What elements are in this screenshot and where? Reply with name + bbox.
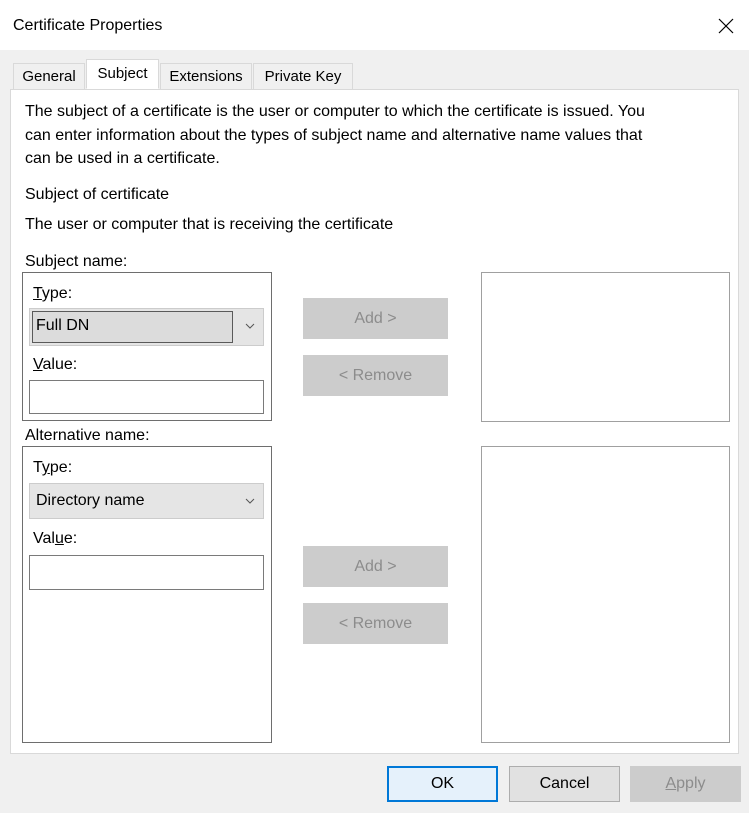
description-line-3: can be used in a certificate. [25,150,220,167]
close-icon [718,18,734,34]
tab-subject[interactable]: Subject [86,59,159,89]
subject-remove-button[interactable]: < Remove [303,355,448,396]
subject-type-value: Full DN [36,317,90,334]
tab-private-key[interactable]: Private Key [253,63,353,89]
subject-type-dropdown[interactable]: Full DN [29,308,264,346]
subject-values-list[interactable] [481,272,730,422]
tab-general[interactable]: General [13,63,85,89]
chevron-down-icon [245,323,255,329]
alternative-remove-button[interactable]: < Remove [303,603,448,644]
window-title: Certificate Properties [13,17,163,34]
alternative-value-label: Value: [33,530,78,547]
chevron-down-icon [245,498,255,504]
alternative-name-label: Alternative name: [25,427,150,444]
subject-type-label: Type: [33,285,73,302]
alternative-values-list[interactable] [481,446,730,743]
cancel-button[interactable]: Cancel [509,766,620,802]
close-button[interactable] [705,6,745,44]
subject-value-label: Value: [33,356,78,373]
alternative-type-label: Type: [33,459,73,476]
subject-subtext: The user or computer that is receiving t… [25,216,394,233]
description-line-2: can enter information about the types of… [25,127,643,144]
tab-extensions[interactable]: Extensions [160,63,252,89]
alternative-type-value: Directory name [36,492,145,509]
subject-add-button[interactable]: Add > [303,298,448,339]
subject-heading: Subject of certificate [25,186,170,203]
alternative-type-dropdown[interactable]: Directory name [29,483,264,519]
description-line-1: The subject of a certificate is the user… [25,103,645,120]
alternative-value-input[interactable] [29,555,264,590]
apply-button[interactable]: Apply [630,766,741,802]
subject-name-label: Subject name: [25,253,128,270]
subject-value-input[interactable] [29,380,264,414]
ok-button[interactable]: OK [387,766,498,802]
alternative-add-button[interactable]: Add > [303,546,448,587]
